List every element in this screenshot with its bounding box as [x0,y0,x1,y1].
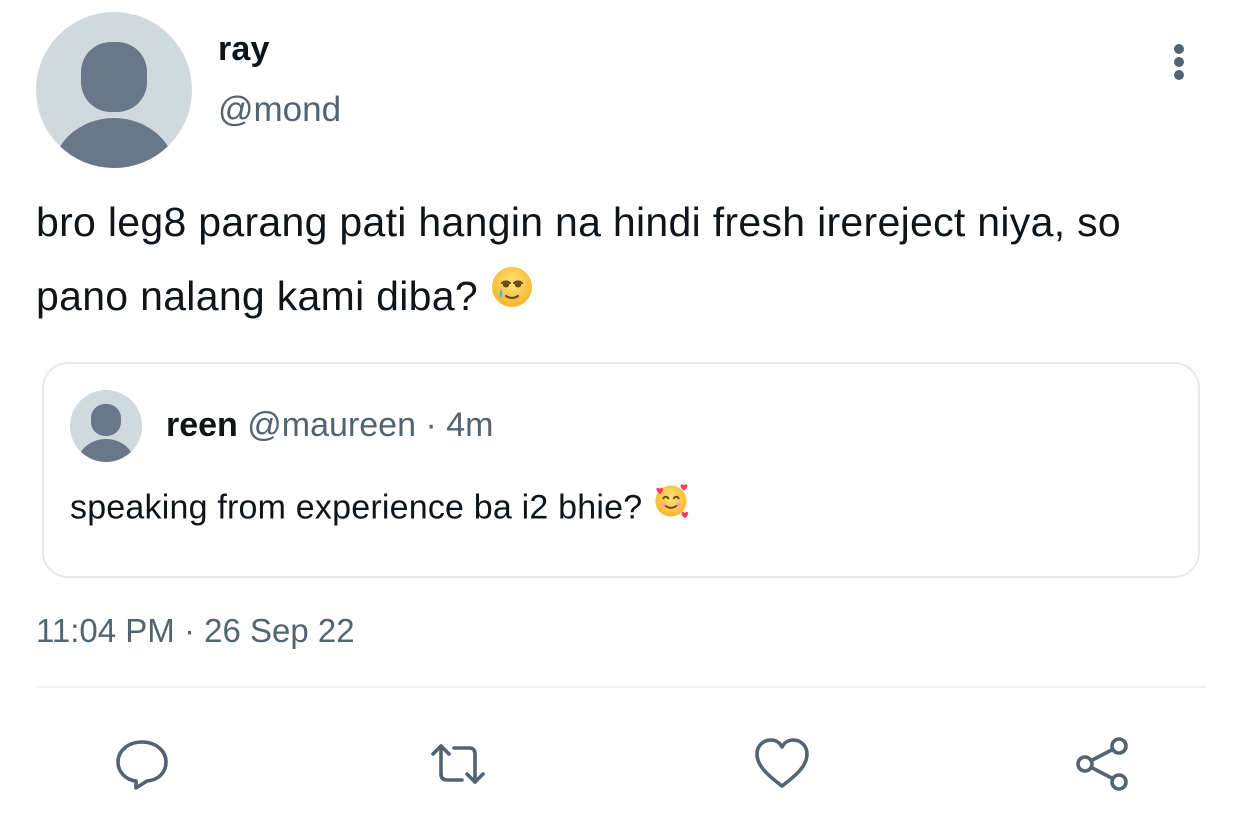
tweet-timestamp[interactable]: 11:04 PM · 26 Sep 22 [36,612,355,650]
quoted-author-avatar[interactable] [70,390,142,462]
heart-icon [755,738,809,788]
quoted-tweet-text: speaking from experience ba i2 bhie? [70,484,690,533]
more-dot-icon [1174,57,1184,67]
quoted-author-handle[interactable]: @maureen [247,406,416,444]
face-holding-back-tears-icon [490,258,534,332]
more-dot-icon [1174,44,1184,54]
share-icon [1076,737,1128,791]
share-button[interactable] [1072,734,1132,794]
author-avatar[interactable] [36,12,192,168]
more-dot-icon [1174,70,1184,80]
retweet-icon [431,744,485,784]
default-avatar-icon [77,404,135,462]
reply-icon [116,740,168,790]
reply-button[interactable] [112,734,172,794]
quoted-tweet-card[interactable]: reen @maureen · 4m speaking from experie… [42,362,1200,578]
like-button[interactable] [752,734,812,794]
smiling-face-with-hearts-icon [652,482,690,529]
author-display-name[interactable]: ray [218,30,270,69]
author-handle[interactable]: @mond [218,90,341,130]
quoted-tweet-header: reen @maureen · 4m [166,406,493,445]
tweet-text-content: bro leg8 parang pati hangin na hindi fre… [36,199,1121,319]
quoted-author-display-name[interactable]: reen [166,406,238,444]
divider [36,686,1206,688]
default-avatar-icon [52,42,176,168]
meta-separator: · [425,406,437,444]
tweet-text: bro leg8 parang pati hangin na hindi fre… [36,185,1206,336]
retweet-button[interactable] [428,734,488,794]
quoted-tweet-text-content: speaking from experience ba i2 bhie? [70,488,643,527]
more-options-button[interactable] [1158,40,1200,84]
quoted-tweet-age: 4m [446,406,494,444]
